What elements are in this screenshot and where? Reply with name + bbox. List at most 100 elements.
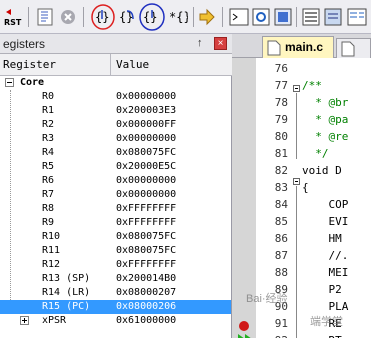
register-row[interactable]: R4 0x080075FC xyxy=(0,146,231,160)
step-over-button[interactable]: {} xyxy=(117,6,139,28)
register-row[interactable]: R10 0x080075FC xyxy=(0,230,231,244)
register-value[interactable]: 0x00000000 xyxy=(116,90,176,104)
register-value[interactable]: 0xFFFFFFFF xyxy=(116,202,176,216)
code-line[interactable]: 80 * @re xyxy=(232,128,371,145)
register-name: R4 xyxy=(42,147,55,158)
column-header-value[interactable]: Value xyxy=(116,58,149,71)
register-row[interactable]: R13 (SP) 0x200014B0 xyxy=(0,272,231,286)
line-number: 82 xyxy=(274,164,288,177)
register-row[interactable]: R7 0x00000000 xyxy=(0,188,231,202)
register-value[interactable]: 0x61000000 xyxy=(116,314,176,328)
register-row[interactable]: R8 0xFFFFFFFF xyxy=(0,202,231,216)
breakpoint-icon[interactable] xyxy=(239,321,249,331)
stop-button[interactable] xyxy=(59,6,77,28)
step-into-button[interactable]: {} xyxy=(90,4,116,30)
command-window-button[interactable] xyxy=(229,6,249,28)
call-stack-button[interactable] xyxy=(323,6,343,28)
current-line-arrow-icon xyxy=(238,334,245,338)
column-header-register[interactable]: Register xyxy=(3,58,56,71)
code-line[interactable]: 82 void D xyxy=(232,162,371,179)
register-row[interactable]: R14 (LR) 0x08000207 xyxy=(0,286,231,300)
register-value[interactable]: 0xFFFFFFFF xyxy=(116,216,176,230)
code-text: * @br xyxy=(302,96,349,109)
disassembly-window-button[interactable] xyxy=(251,6,271,28)
command-window-icon xyxy=(229,8,249,26)
code-text: MEI xyxy=(302,266,349,279)
register-row[interactable]: R5 0x20000E5C xyxy=(0,160,231,174)
show-next-statement-button[interactable] xyxy=(198,6,216,28)
register-value[interactable]: 0xFFFFFFFF xyxy=(116,258,176,272)
code-line[interactable]: 86 HM xyxy=(232,230,371,247)
file-icon xyxy=(267,40,281,56)
registers-window-button[interactable] xyxy=(301,6,321,28)
register-value[interactable]: 0x200014B0 xyxy=(116,272,176,286)
tab-other-file[interactable] xyxy=(336,38,371,58)
close-panel-button[interactable]: × xyxy=(214,37,227,50)
code-line[interactable]: 78 * @br xyxy=(232,94,371,111)
pin-icon[interactable]: ↑ xyxy=(197,37,203,49)
register-row[interactable]: R12 0xFFFFFFFF xyxy=(0,258,231,272)
register-row[interactable]: R2 0x000000FF xyxy=(0,118,231,132)
code-line[interactable]: 76 xyxy=(232,60,371,77)
group-label: Core xyxy=(20,77,45,88)
register-value[interactable]: 0x000000FF xyxy=(116,118,176,132)
symbols-window-button[interactable] xyxy=(273,6,293,28)
code-line[interactable]: 83 { xyxy=(232,179,371,196)
register-value[interactable]: 0x08000207 xyxy=(116,286,176,300)
code-text: P2 xyxy=(302,283,342,296)
step-out-button[interactable]: {} xyxy=(138,3,166,31)
register-row[interactable]: R3 0x00000000 xyxy=(0,132,231,146)
code-line[interactable]: 84 COP xyxy=(232,196,371,213)
run-button[interactable] xyxy=(36,6,54,28)
register-value[interactable]: 0x200003E3 xyxy=(116,104,176,118)
group-row-core[interactable]: Core xyxy=(0,76,231,90)
register-row[interactable]: xPSR 0x61000000 xyxy=(0,314,231,328)
line-number: 86 xyxy=(274,232,288,245)
register-row[interactable]: R1 0x200003E3 xyxy=(0,104,231,118)
register-name: R10 xyxy=(42,231,61,242)
fold-icon[interactable] xyxy=(293,178,300,185)
code-text: EVI xyxy=(302,215,349,228)
code-line[interactable]: 87 //. xyxy=(232,247,371,264)
register-name: R12 xyxy=(42,259,61,270)
code-line[interactable]: 79 * @pa xyxy=(232,111,371,128)
register-value[interactable]: 0x20000E5C xyxy=(116,160,176,174)
column-divider[interactable] xyxy=(110,54,111,76)
run-to-cursor-button[interactable]: *{} xyxy=(166,6,188,28)
register-value[interactable]: 0x00000000 xyxy=(116,188,176,202)
more-toolbar-button[interactable] xyxy=(346,6,368,28)
register-row[interactable]: R0 0x00000000 xyxy=(0,90,231,104)
panel-title-bar: egisters ↑ × xyxy=(0,34,232,54)
line-number: 77 xyxy=(274,79,288,92)
register-row[interactable]: R11 0x080075FC xyxy=(0,244,231,258)
register-row[interactable]: R9 0xFFFFFFFF xyxy=(0,216,231,230)
collapse-icon[interactable] xyxy=(5,78,14,87)
register-value[interactable]: 0x080075FC xyxy=(116,244,176,258)
line-number: 79 xyxy=(274,113,288,126)
code-line[interactable]: 91 RE xyxy=(232,315,371,332)
code-text: { xyxy=(302,181,309,194)
register-row[interactable]: R6 0x00000000 xyxy=(0,174,231,188)
register-row-selected[interactable]: R15 (PC) 0x08000206 xyxy=(0,300,231,314)
line-number: 83 xyxy=(274,181,288,194)
register-value[interactable]: 0x00000000 xyxy=(116,174,176,188)
expand-icon[interactable] xyxy=(20,316,29,325)
register-value[interactable]: 0x08000206 xyxy=(116,300,176,314)
register-value[interactable]: 0x080075FC xyxy=(116,230,176,244)
reset-button[interactable]: RST xyxy=(2,6,24,28)
code-line[interactable]: 92 RT xyxy=(232,332,371,338)
register-name: R15 (PC) xyxy=(42,301,91,312)
register-name: R11 xyxy=(42,245,61,256)
code-line[interactable]: 85 EVI xyxy=(232,213,371,230)
code-line[interactable]: 77 /** xyxy=(232,77,371,94)
fold-icon[interactable] xyxy=(293,85,300,92)
watermark: Bai·经验 xyxy=(246,293,288,305)
register-name: R7 xyxy=(42,189,55,200)
tab-main-c[interactable]: main.c xyxy=(262,36,334,58)
code-line[interactable]: 88 MEI xyxy=(232,264,371,281)
svg-text:RST: RST xyxy=(4,18,22,27)
line-number: 81 xyxy=(274,147,288,160)
code-line[interactable]: 81 */ xyxy=(232,145,371,162)
register-value[interactable]: 0x080075FC xyxy=(116,146,176,160)
register-value[interactable]: 0x00000000 xyxy=(116,132,176,146)
